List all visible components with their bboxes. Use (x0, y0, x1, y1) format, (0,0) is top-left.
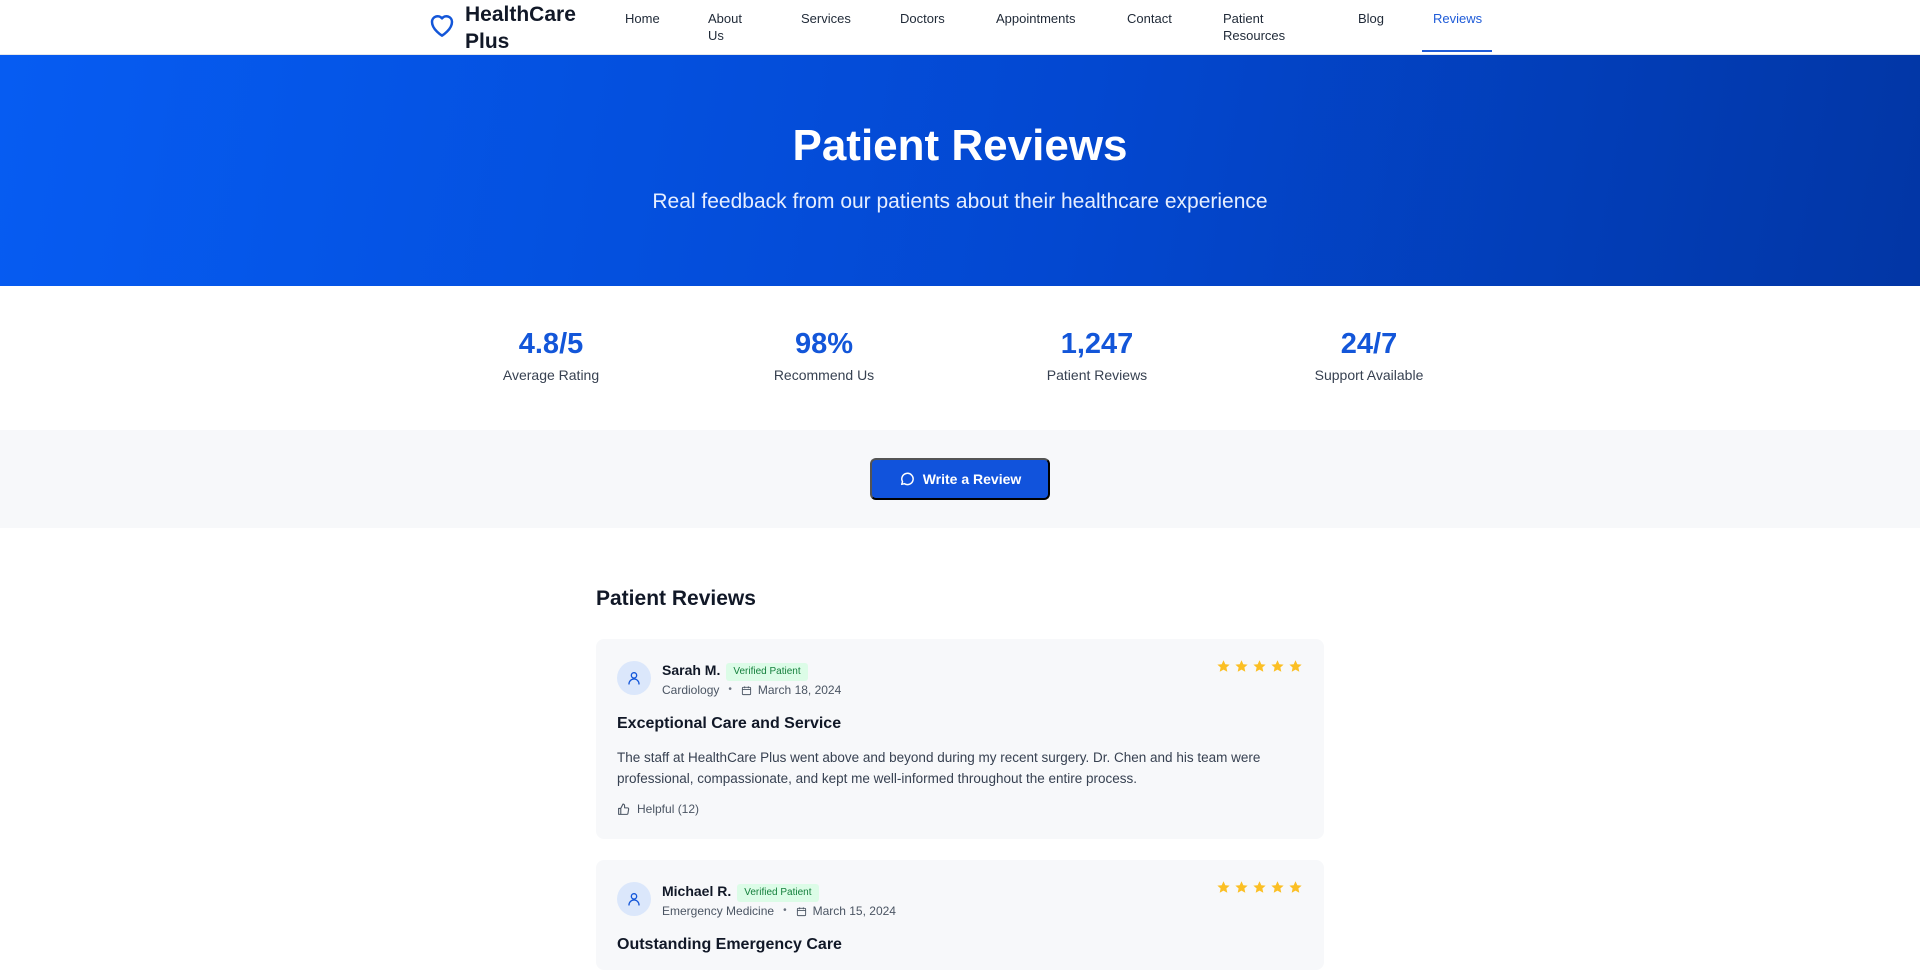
nav-reviews[interactable]: Reviews (1433, 10, 1482, 27)
verified-badge: Verified Patient (737, 884, 819, 902)
brand-name: HealthCare Plus (465, 2, 576, 53)
stat-average-rating: 4.8/5 Average Rating (431, 326, 671, 384)
reviewer-name: Michael R. (662, 883, 732, 899)
page-title: Patient Reviews (792, 121, 1128, 170)
nav-services[interactable]: Services (801, 10, 851, 27)
verified-badge: Verified Patient (726, 663, 808, 681)
nav-contact[interactable]: Contact (1127, 10, 1172, 27)
cta-band: Write a Review (0, 430, 1920, 528)
star-icon (1217, 881, 1230, 893)
thumbs-up-icon (618, 803, 630, 815)
star-icon (1289, 881, 1302, 893)
chat-bubble-icon (900, 472, 914, 486)
review-card: Sarah M. Verified Patient Cardiology • Ma… (596, 639, 1324, 839)
nav-doctors[interactable]: Doctors (900, 10, 945, 27)
star-icon (1235, 660, 1248, 672)
star-icon (1271, 660, 1284, 672)
nav-home[interactable]: Home (625, 10, 660, 27)
stat-label: Patient Reviews (1046, 367, 1148, 383)
page-subtitle: Real feedback from our patients about th… (652, 190, 1268, 213)
calendar-icon (741, 685, 751, 695)
review-department: Emergency Medicine (662, 904, 775, 918)
stat-recommend: 98% Recommend Us (704, 326, 944, 384)
stat-value: 4.8/5 (518, 328, 584, 360)
reviewer-name-row: Michael R. Verified Patient (662, 882, 819, 902)
user-icon (628, 893, 640, 906)
reviews-section-title: Patient Reviews (596, 587, 756, 610)
nav-patient-resources[interactable]: Patient Resources (1223, 10, 1303, 44)
stat-label: Average Rating (502, 367, 600, 383)
calendar-icon (796, 906, 806, 916)
nav-appointments[interactable]: Appointments (996, 10, 1076, 27)
separator-dot: • (728, 684, 732, 695)
helpful-label: Helpful (12) (637, 802, 700, 816)
stat-label: Recommend Us (773, 367, 875, 383)
user-icon (628, 672, 640, 685)
stat-label: Support Available (1314, 367, 1424, 383)
nav-about-us[interactable]: About Us (708, 10, 756, 44)
star-rating (1216, 659, 1303, 674)
review-meta: Emergency Medicine • March 15, 2024 (662, 903, 896, 919)
star-icon (1217, 660, 1230, 672)
helpful-button[interactable]: Helpful (12) (617, 801, 699, 817)
star-icon (1271, 881, 1284, 893)
avatar (617, 882, 651, 916)
star-icon (1235, 881, 1248, 893)
star-rating (1216, 880, 1303, 895)
star-icon (1289, 660, 1302, 672)
reviewer-name: Sarah M. (662, 662, 721, 678)
hero-banner: Patient Reviews Real feedback from our p… (0, 55, 1920, 286)
avatar (617, 661, 651, 695)
separator-dot: • (783, 905, 787, 916)
star-icon (1253, 660, 1266, 672)
stats-bar: 4.8/5 Average Rating 98% Recommend Us 1,… (0, 286, 1920, 430)
review-title: Exceptional Care and Service (617, 715, 842, 732)
review-department: Cardiology (662, 683, 720, 697)
stat-patient-reviews: 1,247 Patient Reviews (977, 326, 1217, 384)
nav-blog[interactable]: Blog (1358, 10, 1384, 27)
star-icon (1253, 881, 1266, 893)
review-meta: Cardiology • March 18, 2024 (662, 682, 841, 698)
stat-value: 1,247 (1060, 328, 1134, 360)
stat-value: 24/7 (1340, 328, 1398, 360)
review-card: Michael R. Verified Patient Emergency Med… (596, 860, 1324, 970)
top-nav: HealthCare Plus Home About Us Services D… (0, 0, 1920, 55)
stat-value: 98% (794, 328, 854, 360)
reviewer-name-row: Sarah M. Verified Patient (662, 661, 808, 681)
review-body: The staff at HealthCare Plus went above … (617, 750, 1261, 786)
heart-icon (430, 14, 454, 37)
stat-support: 24/7 Support Available (1249, 326, 1489, 384)
write-review-button[interactable]: Write a Review (870, 458, 1050, 500)
review-date: March 18, 2024 (757, 683, 842, 697)
brand-logo[interactable]: HealthCare Plus (427, 0, 585, 55)
active-tab-indicator (1422, 50, 1492, 52)
write-review-label: Write a Review (922, 471, 1022, 487)
review-date: March 15, 2024 (812, 904, 896, 918)
review-title: Outstanding Emergency Care (617, 936, 842, 953)
